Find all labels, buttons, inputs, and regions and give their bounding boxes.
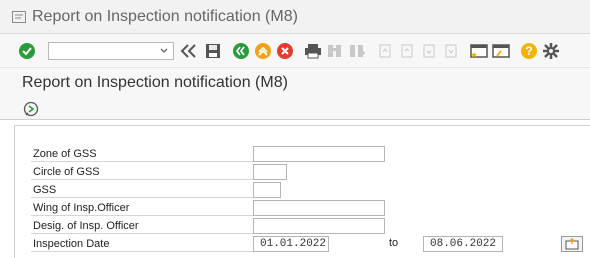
multiple-selection-button[interactable]	[561, 236, 583, 252]
field-row-gss: GSS	[31, 182, 253, 198]
page-title: Report on Inspection notification (M8)	[0, 68, 590, 98]
field-row-desig: Desig. of Insp. Officer	[31, 218, 253, 234]
green-back-icon[interactable]	[232, 42, 250, 60]
circle-of-gss-input[interactable]	[253, 164, 287, 180]
window-title: Report on Inspection notification (M8)	[32, 7, 298, 25]
last-page-icon[interactable]	[442, 42, 460, 60]
enter-icon[interactable]	[18, 42, 36, 60]
wing-of-insp-officer-input[interactable]	[253, 200, 385, 216]
cancel-icon[interactable]	[276, 42, 294, 60]
menu-icon[interactable]	[12, 10, 26, 23]
print-icon[interactable]	[304, 42, 322, 60]
command-field[interactable]	[48, 41, 174, 60]
create-session-icon[interactable]	[470, 42, 488, 60]
gss-label: GSS	[31, 182, 253, 198]
field-row-wing: Wing of Insp.Officer	[31, 200, 253, 216]
selection-screen: Zone of GSS Circle of GSS GSS Wing of In…	[14, 125, 590, 258]
exit-icon[interactable]	[254, 42, 272, 60]
inspection-date-from-input[interactable]: 01.01.2022	[253, 236, 329, 252]
execute-icon[interactable]	[22, 100, 40, 118]
desig-of-insp-officer-input[interactable]	[253, 218, 385, 234]
settings-icon[interactable]	[542, 42, 560, 60]
next-page-icon[interactable]	[420, 42, 438, 60]
help-icon[interactable]: ?	[520, 42, 538, 60]
back-icon[interactable]	[178, 42, 200, 60]
field-row-circle: Circle of GSS	[31, 164, 253, 180]
title-bar: Report on Inspection notification (M8)	[0, 0, 590, 34]
desig-of-insp-officer-label: Desig. of Insp. Officer	[31, 218, 253, 234]
inspection-date-to-label: to	[389, 237, 399, 249]
zone-of-gss-label: Zone of GSS	[31, 146, 253, 162]
find-icon[interactable]	[326, 42, 344, 60]
multiple-selection-icon	[565, 238, 579, 250]
chevron-down-icon[interactable]	[159, 46, 169, 56]
shortcut-icon[interactable]	[492, 42, 510, 60]
application-toolbar	[0, 98, 590, 120]
svg-text:?: ?	[525, 44, 532, 58]
circle-of-gss-label: Circle of GSS	[31, 164, 253, 180]
standard-toolbar: ?	[0, 34, 590, 68]
zone-of-gss-input[interactable]	[253, 146, 385, 162]
field-row-inspection-date: Inspection Date	[31, 236, 253, 252]
inspection-date-label: Inspection Date	[31, 236, 253, 252]
first-page-icon[interactable]	[376, 42, 394, 60]
gss-input[interactable]	[253, 182, 281, 198]
inspection-date-to-input[interactable]: 08.06.2022	[423, 236, 503, 252]
find-next-icon[interactable]	[348, 42, 366, 60]
wing-of-insp-officer-label: Wing of Insp.Officer	[31, 200, 253, 216]
prev-page-icon[interactable]	[398, 42, 416, 60]
save-icon[interactable]	[204, 42, 222, 60]
field-row-zone: Zone of GSS	[31, 146, 253, 162]
